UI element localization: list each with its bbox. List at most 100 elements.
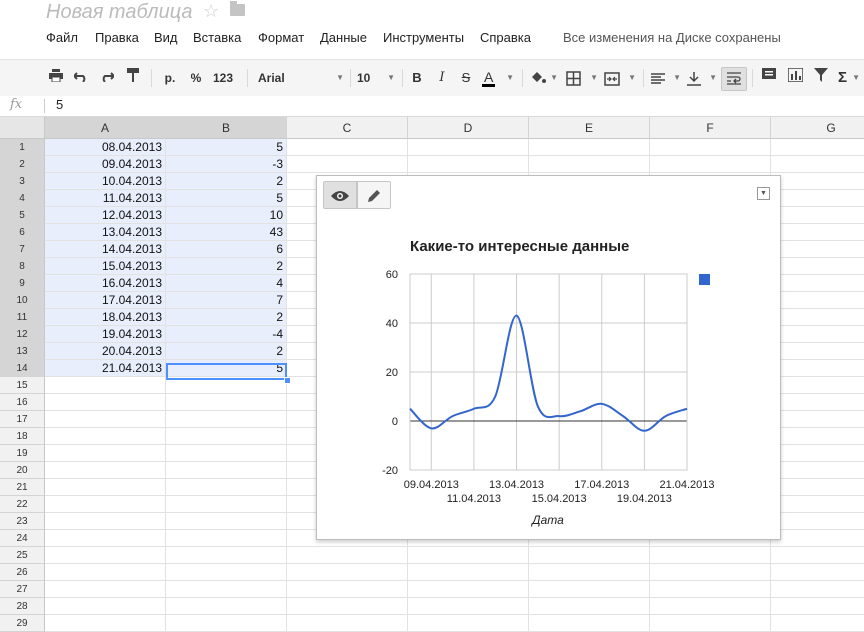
cell-a14[interactable]: 21.04.2013	[45, 360, 166, 377]
cell-b5[interactable]: 10	[166, 207, 287, 224]
font-family-dropdown[interactable]: Arial ▼	[258, 68, 346, 88]
menu-format[interactable]: Формат	[258, 30, 304, 45]
row-header-28[interactable]: 28	[0, 598, 45, 615]
column-header-e[interactable]: E	[529, 117, 650, 139]
row-header-21[interactable]: 21	[0, 479, 45, 496]
row-header-15[interactable]: 15	[0, 377, 45, 394]
print-icon[interactable]	[47, 68, 65, 88]
menu-edit[interactable]: Правка	[95, 30, 139, 45]
cell-a13[interactable]: 20.04.2013	[45, 343, 166, 360]
cell-a4[interactable]: 11.04.2013	[45, 190, 166, 207]
row-header-2[interactable]: 2	[0, 156, 45, 173]
column-header-b[interactable]: B	[166, 117, 287, 139]
paint-format-icon[interactable]	[124, 68, 142, 88]
column-header-f[interactable]: F	[650, 117, 771, 139]
row-header-5[interactable]: 5	[0, 207, 45, 224]
folder-icon[interactable]	[230, 1, 245, 16]
chart-menu-dropdown[interactable]: ▼	[757, 187, 770, 200]
edit-mode-button[interactable]	[357, 181, 391, 209]
bold-button[interactable]: B	[409, 68, 425, 88]
cell-b8[interactable]: 2	[166, 258, 287, 275]
menu-help[interactable]: Справка	[480, 30, 531, 45]
row-header-24[interactable]: 24	[0, 530, 45, 547]
vertical-align-dropdown[interactable]: ▼	[687, 68, 717, 88]
row-header-1[interactable]: 1	[0, 139, 45, 156]
chart-container[interactable]: Какие-то интересные данные -20 0 20 40 60 09.…	[316, 175, 781, 540]
cell-a2[interactable]: 09.04.2013	[45, 156, 166, 173]
cell-b13[interactable]: 2	[166, 343, 287, 360]
cell-b12[interactable]: -4	[166, 326, 287, 343]
row-header-17[interactable]: 17	[0, 411, 45, 428]
row-header-6[interactable]: 6	[0, 224, 45, 241]
document-title[interactable]: Новая таблица	[46, 0, 192, 24]
strikethrough-button[interactable]: S	[459, 68, 473, 88]
text-color-dropdown[interactable]: A ▼	[482, 68, 514, 88]
cell-a3[interactable]: 10.04.2013	[45, 173, 166, 190]
column-header-d[interactable]: D	[408, 117, 529, 139]
cell-a9[interactable]: 16.04.2013	[45, 275, 166, 292]
row-header-20[interactable]: 20	[0, 462, 45, 479]
cell-a10[interactable]: 17.04.2013	[45, 292, 166, 309]
row-header-14[interactable]: 14	[0, 360, 45, 377]
formula-input[interactable]: 5	[56, 97, 63, 112]
insert-comment-icon[interactable]	[760, 68, 778, 88]
cell-a8[interactable]: 15.04.2013	[45, 258, 166, 275]
select-all-corner[interactable]	[0, 117, 45, 139]
horizontal-align-dropdown[interactable]: ▼	[651, 68, 681, 88]
column-header-c[interactable]: C	[287, 117, 408, 139]
cell-b6[interactable]: 43	[166, 224, 287, 241]
row-header-11[interactable]: 11	[0, 309, 45, 326]
cell-b7[interactable]: 6	[166, 241, 287, 258]
cell-b9[interactable]: 4	[166, 275, 287, 292]
menu-view[interactable]: Вид	[154, 30, 178, 45]
cell-a5[interactable]: 12.04.2013	[45, 207, 166, 224]
row-header-19[interactable]: 19	[0, 445, 45, 462]
percent-format-button[interactable]: %	[188, 68, 204, 88]
row-header-10[interactable]: 10	[0, 292, 45, 309]
cell-a1[interactable]: 08.04.2013	[45, 139, 166, 156]
wrap-text-button[interactable]	[721, 67, 747, 91]
cell-a12[interactable]: 19.04.2013	[45, 326, 166, 343]
cell-b1[interactable]: 5	[166, 139, 287, 156]
row-header-18[interactable]: 18	[0, 428, 45, 445]
font-size-dropdown[interactable]: 10 ▼	[357, 68, 397, 88]
row-header-7[interactable]: 7	[0, 241, 45, 258]
menu-insert[interactable]: Вставка	[193, 30, 241, 45]
cell-a6[interactable]: 13.04.2013	[45, 224, 166, 241]
row-header-29[interactable]: 29	[0, 615, 45, 632]
functions-dropdown[interactable]: Σ ▼	[838, 68, 860, 88]
row-header-27[interactable]: 27	[0, 581, 45, 598]
row-header-26[interactable]: 26	[0, 564, 45, 581]
menu-tools[interactable]: Инструменты	[383, 30, 464, 45]
row-header-4[interactable]: 4	[0, 190, 45, 207]
star-icon[interactable]: ☆	[203, 1, 219, 22]
italic-button[interactable]: I	[435, 68, 449, 88]
row-header-13[interactable]: 13	[0, 343, 45, 360]
cell-b4[interactable]: 5	[166, 190, 287, 207]
cell-b10[interactable]: 7	[166, 292, 287, 309]
number-format-dropdown[interactable]: 123 ▼	[208, 68, 238, 104]
row-header-9[interactable]: 9	[0, 275, 45, 292]
row-header-25[interactable]: 25	[0, 547, 45, 564]
row-header-23[interactable]: 23	[0, 513, 45, 530]
insert-chart-icon[interactable]	[786, 67, 804, 88]
undo-icon[interactable]	[72, 68, 90, 88]
menu-data[interactable]: Данные	[320, 30, 367, 45]
row-header-8[interactable]: 8	[0, 258, 45, 275]
row-header-22[interactable]: 22	[0, 496, 45, 513]
cell-a7[interactable]: 14.04.2013	[45, 241, 166, 258]
column-header-a[interactable]: A	[45, 117, 166, 139]
merge-cells-dropdown[interactable]: ▼	[604, 68, 636, 88]
cell-b11[interactable]: 2	[166, 309, 287, 326]
row-header-3[interactable]: 3	[0, 173, 45, 190]
column-header-g[interactable]: G	[771, 117, 864, 139]
fill-handle[interactable]	[284, 377, 291, 384]
currency-format-button[interactable]: р.	[160, 68, 180, 88]
borders-dropdown[interactable]: ▼	[566, 68, 598, 88]
view-mode-button[interactable]	[323, 181, 357, 209]
cell-b3[interactable]: 2	[166, 173, 287, 190]
cell-a11[interactable]: 18.04.2013	[45, 309, 166, 326]
row-header-12[interactable]: 12	[0, 326, 45, 343]
fill-color-dropdown[interactable]: ▼	[530, 68, 558, 88]
menu-file[interactable]: Файл	[46, 30, 78, 45]
